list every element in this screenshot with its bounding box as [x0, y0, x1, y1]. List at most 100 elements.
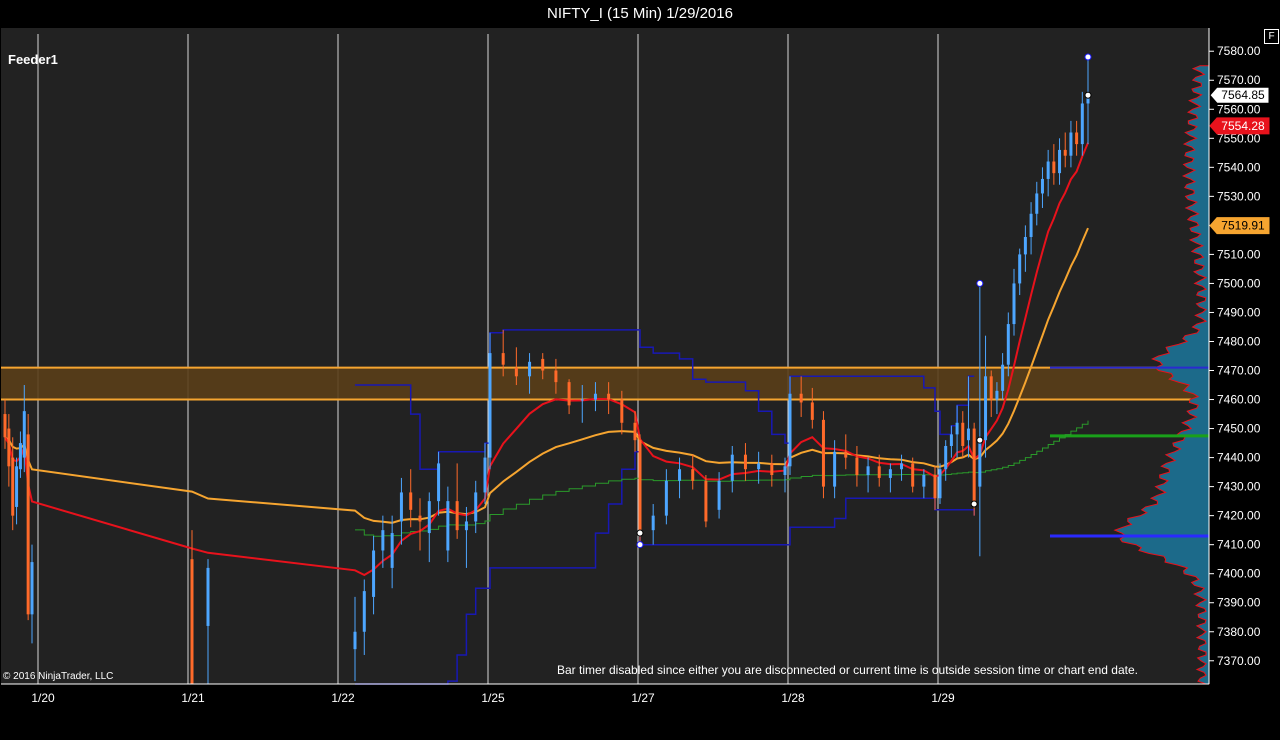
signal-dot [636, 529, 644, 537]
price-tick-label: 7440.00 [1217, 451, 1261, 465]
date-tick-label: 1/21 [181, 691, 205, 705]
candle-body [1023, 236, 1027, 255]
candle-body [821, 419, 825, 487]
candle-body [620, 399, 624, 423]
price-tick-label: 7480.00 [1217, 334, 1261, 348]
date-axis: 1/20 1/21 1/22 1/25 1/27 1/28 1/29 [31, 691, 955, 705]
candle [638, 434, 642, 545]
price-marker-orange: 7519.91 [1209, 217, 1270, 235]
candle-body [933, 475, 937, 499]
candle-body [799, 393, 803, 403]
candle-body [961, 422, 965, 446]
candle-body [3, 414, 7, 438]
candle-body [464, 521, 468, 531]
signal-dot [636, 541, 644, 549]
candle-body [381, 530, 385, 551]
price-tick-label: 7370.00 [1217, 654, 1261, 668]
price-marker-last: 7564.85 [1209, 86, 1270, 104]
candle-body [427, 501, 431, 534]
candle-body [11, 457, 15, 516]
date-tick-label: 1/28 [781, 691, 805, 705]
candle-body [418, 515, 422, 522]
candle-body [1069, 132, 1073, 156]
bar-timer-message: Bar timer disabled since either you are … [557, 663, 1138, 677]
candle-body [855, 457, 859, 476]
candle-body [633, 422, 637, 441]
candle [26, 414, 30, 621]
candle-body [409, 492, 413, 510]
price-tick-label: 7540.00 [1217, 160, 1261, 174]
candle-body [844, 451, 848, 458]
price-tick-label: 7380.00 [1217, 625, 1261, 639]
price-tick-label: 7410.00 [1217, 538, 1261, 552]
candle-body [190, 559, 194, 684]
candle-body [607, 393, 611, 400]
candle-body [206, 567, 210, 626]
candle-body [972, 428, 976, 505]
candle-body [1018, 254, 1022, 284]
price-tick-label: 7430.00 [1217, 480, 1261, 494]
candle-body [922, 475, 926, 487]
candle-body [514, 367, 518, 377]
candle-body [788, 393, 792, 467]
candle-body [437, 463, 441, 502]
candle-body [955, 422, 959, 435]
candle-body [1052, 161, 1056, 174]
candle [938, 463, 942, 505]
candle-body [1063, 149, 1067, 156]
candle-body [501, 353, 505, 365]
candle-body [1012, 283, 1016, 325]
candle-body [664, 480, 668, 516]
candle-body [651, 515, 655, 531]
candle-body [541, 358, 545, 371]
price-tick-label: 7530.00 [1217, 189, 1261, 203]
candle-body [717, 480, 721, 510]
date-tick-label: 1/29 [931, 691, 955, 705]
f-button[interactable]: F [1264, 29, 1279, 44]
candle-body [730, 454, 734, 481]
candle-body [455, 501, 459, 531]
candle-body [949, 434, 953, 446]
candle-body [353, 631, 357, 650]
candle-body [678, 469, 682, 481]
candle-body [984, 376, 988, 441]
candle-body [966, 428, 970, 441]
candle-body [1035, 193, 1039, 214]
price-marker-label: 7564.85 [1221, 88, 1265, 102]
candle-body [1046, 161, 1050, 179]
signal-dot [976, 436, 984, 444]
candle-body [1075, 132, 1079, 145]
candle-body [7, 428, 11, 467]
signal-dot [970, 500, 978, 508]
price-tick-label: 7470.00 [1217, 364, 1261, 378]
candle-body [554, 370, 558, 383]
candle-body [30, 562, 34, 615]
candle-body [900, 463, 904, 470]
candle-body [1001, 364, 1005, 391]
candle-body [488, 353, 492, 458]
candle-body [833, 451, 837, 487]
price-marker-label: 7519.91 [1221, 219, 1265, 233]
candle-body [911, 463, 915, 487]
candle-body [995, 390, 999, 400]
copyright-notice: © 2016 NinjaTrader, LLC [3, 671, 114, 682]
candle-body [783, 466, 787, 476]
price-chart[interactable]: 7580.007570.007560.007550.007540.007530.… [0, 0, 1280, 740]
candle-body [691, 469, 695, 481]
candle-body [704, 480, 708, 522]
candle-body [989, 376, 993, 400]
price-tick-label: 7510.00 [1217, 247, 1261, 261]
zone-band [1, 367, 1209, 400]
candle-body [978, 440, 982, 487]
candle-body [944, 445, 948, 470]
candle-body [580, 399, 584, 401]
candle-body [567, 382, 571, 406]
candle [821, 411, 825, 499]
candle [488, 332, 492, 470]
feed-label: Feeder1 [8, 52, 58, 67]
candle-body [1058, 149, 1062, 174]
plot-area[interactable] [1, 28, 1209, 684]
signal-dot [1084, 53, 1092, 61]
date-tick-label: 1/22 [331, 691, 355, 705]
candle-body [446, 501, 450, 551]
